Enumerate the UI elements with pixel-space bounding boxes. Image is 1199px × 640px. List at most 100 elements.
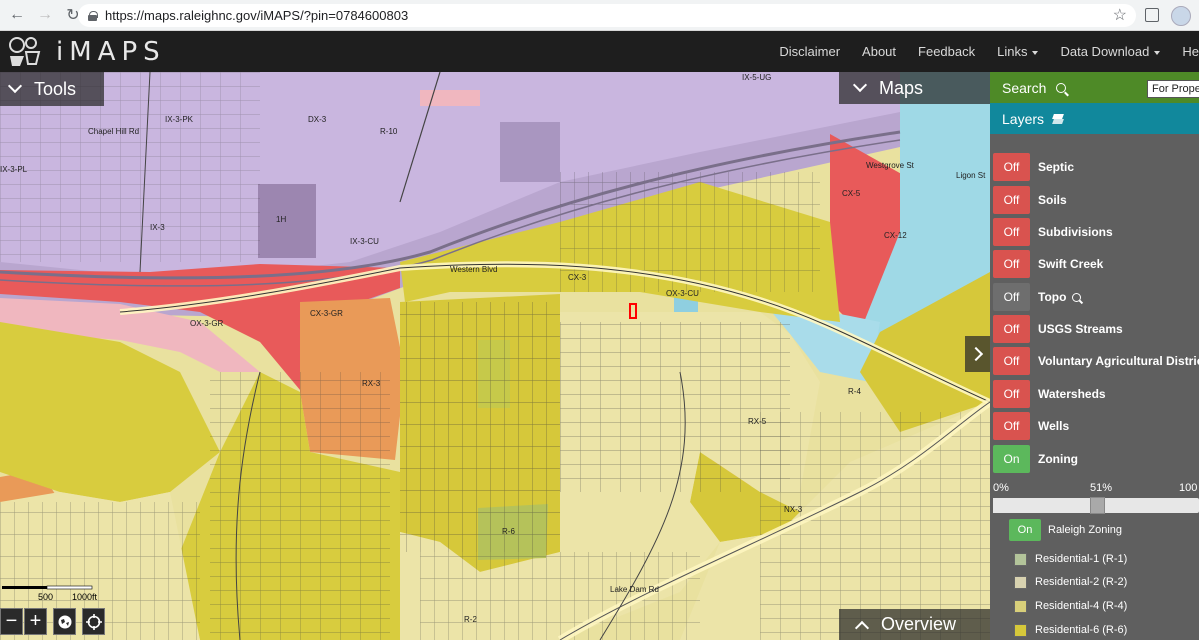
sublayer-toggle-raleigh-zoning[interactable]: On — [1009, 519, 1041, 541]
layers-header[interactable]: Layers — [990, 103, 1199, 134]
legend-item: Residential-2 (R-2) — [1014, 575, 1127, 589]
nav-feedback[interactable]: Feedback — [918, 44, 975, 59]
street-label: Westgrove St — [866, 161, 915, 170]
search-type-select[interactable]: For Property — [1147, 80, 1199, 98]
layer-toggle-topo[interactable]: Off — [993, 283, 1030, 311]
layer-toggle-wells[interactable]: Off — [993, 412, 1030, 440]
globe-icon[interactable] — [53, 608, 76, 635]
legend-swatch — [1014, 575, 1027, 589]
legend-swatch — [1014, 599, 1027, 613]
bookmark-star-icon[interactable]: ☆ — [1113, 5, 1127, 25]
search-icon — [1056, 82, 1067, 93]
address-bar[interactable]: https://maps.raleighnc.gov/iMAPS/?pin=07… — [78, 4, 1136, 27]
layer-row-watersheds: Off Watersheds — [993, 380, 1106, 408]
overview-toggle[interactable]: Overview — [839, 609, 990, 640]
chevron-right-icon — [968, 346, 983, 362]
tools-toggle[interactable]: Tools — [0, 72, 104, 106]
legend-label: Residential-6 (R-6) — [1035, 624, 1128, 636]
top-nav: Disclaimer About Feedback Links Data Dow… — [779, 31, 1199, 72]
caret-down-icon — [1154, 50, 1161, 55]
panel-expand-button[interactable] — [965, 336, 990, 372]
nav-help[interactable]: He — [1182, 44, 1199, 59]
zoom-in-button[interactable]: + — [24, 608, 47, 635]
zoning-map[interactable]: IX-3-PK IX-3 IX-3-CU DX-3 R-10 IX-5-UG I… — [0, 72, 990, 640]
zone-label: IX-5-UG — [742, 73, 771, 82]
browser-toolbar: ← → ↻ https://maps.raleighnc.gov/iMAPS/?… — [0, 0, 1199, 31]
street-label: Chapel Hill Rd — [88, 127, 139, 136]
lock-icon — [88, 10, 98, 21]
nav-disclaimer[interactable]: Disclaimer — [779, 44, 840, 59]
layer-row-septic: Off Septic — [993, 153, 1074, 181]
back-arrow-icon[interactable]: ← — [6, 4, 28, 26]
layer-name-wells: Wells — [1038, 419, 1070, 433]
zone-label: IX-3 — [150, 223, 165, 232]
imaps-logo-icon[interactable] — [6, 34, 42, 68]
opacity-min-label: 0% — [993, 482, 1009, 494]
scale-label-500: 500 — [38, 592, 53, 602]
layer-toggle-zoning[interactable]: On — [993, 445, 1030, 473]
layer-toggle-subdivisions[interactable]: Off — [993, 218, 1030, 246]
layer-name-subdivisions: Subdivisions — [1038, 225, 1113, 239]
layer-name-voluntary-agricultural: Voluntary Agricultural Districts — [1038, 354, 1199, 368]
zone-label: CX-3-GR — [310, 309, 343, 318]
zone-label: R-2 — [464, 615, 477, 624]
zone-label: IX-3-CU — [350, 237, 379, 246]
zone-label: CX-3 — [568, 273, 587, 282]
layer-row-voluntary-agricultural: Off Voluntary Agricultural Districts — [993, 347, 1199, 375]
layer-row-topo: Off Topo — [993, 283, 1082, 311]
legend-label: Residential-4 (R-4) — [1035, 600, 1128, 612]
maps-toggle[interactable]: Maps — [839, 72, 990, 104]
extension-icon[interactable] — [1145, 8, 1159, 22]
layer-toggle-septic[interactable]: Off — [993, 153, 1030, 181]
nav-links-label: Links — [997, 44, 1028, 59]
scale-bar: 500 1000ft — [2, 585, 98, 602]
opacity-labels: 0% 51% 100 — [993, 482, 1199, 496]
legend-swatch — [1014, 552, 1027, 566]
zoom-to-icon[interactable] — [1072, 293, 1082, 303]
zone-label: RX-3 — [362, 379, 381, 388]
layers-label: Layers — [1002, 110, 1045, 127]
layer-row-wells: Off Wells — [993, 412, 1069, 440]
locate-icon[interactable] — [82, 608, 105, 635]
sublayer-name-raleigh-zoning: Raleigh Zoning — [1048, 524, 1122, 536]
nav-about[interactable]: About — [862, 44, 896, 59]
layer-toggle-usgs-streams[interactable]: Off — [993, 315, 1030, 343]
app-header: iMAPS Disclaimer About Feedback Links Da… — [0, 31, 1199, 72]
opacity-slider-fill — [993, 498, 1090, 513]
maps-label: Maps — [879, 77, 924, 98]
nav-links[interactable]: Links — [997, 44, 1039, 59]
layer-toggle-swift-creek[interactable]: Off — [993, 250, 1030, 278]
forward-arrow-icon[interactable]: → — [34, 4, 56, 26]
layer-toggle-watersheds[interactable]: Off — [993, 380, 1030, 408]
layer-toggle-soils[interactable]: Off — [993, 186, 1030, 214]
opacity-value-label: 51% — [1090, 482, 1113, 494]
layer-name-watersheds: Watersheds — [1038, 387, 1106, 401]
opacity-slider-handle[interactable] — [1090, 497, 1105, 514]
layer-name-swift-creek: Swift Creek — [1038, 257, 1104, 271]
layer-row-subdivisions: Off Subdivisions — [993, 218, 1113, 246]
map-canvas[interactable]: IX-3-PK IX-3 IX-3-CU DX-3 R-10 IX-5-UG I… — [0, 72, 990, 640]
layer-name-septic: Septic — [1038, 160, 1075, 174]
layer-toggle-voluntary-agricultural[interactable]: Off — [993, 347, 1030, 375]
zone-label: IX-3-PL — [0, 165, 28, 174]
street-label: Ligon St — [956, 171, 986, 180]
zone-label: R-6 — [502, 527, 515, 536]
nav-data-download[interactable]: Data Download — [1060, 44, 1161, 59]
zone-label: RX-5 — [748, 417, 767, 426]
tools-label: Tools — [34, 78, 77, 99]
layer-row-usgs-streams: Off USGS Streams — [993, 315, 1123, 343]
layer-row-soils: Off Soils — [993, 186, 1067, 214]
layer-row-zoning: On Zoning — [993, 445, 1078, 473]
legend-label: Residential-2 (R-2) — [1035, 576, 1128, 588]
layers-panel: Search For Property Layers Off Septic Of… — [990, 72, 1199, 640]
app-brand[interactable]: iMAPS — [56, 37, 166, 67]
chevron-down-icon — [852, 77, 868, 93]
caret-down-icon — [1032, 50, 1039, 55]
profile-avatar[interactable] — [1171, 6, 1191, 26]
zoom-out-button[interactable]: − — [0, 608, 23, 635]
layer-name-topo: Topo — [1038, 290, 1082, 304]
overview-label: Overview — [881, 614, 957, 634]
legend-item: Residential-1 (R-1) — [1014, 552, 1127, 566]
opacity-slider[interactable] — [993, 497, 1199, 514]
layer-name-soils: Soils — [1038, 193, 1067, 207]
